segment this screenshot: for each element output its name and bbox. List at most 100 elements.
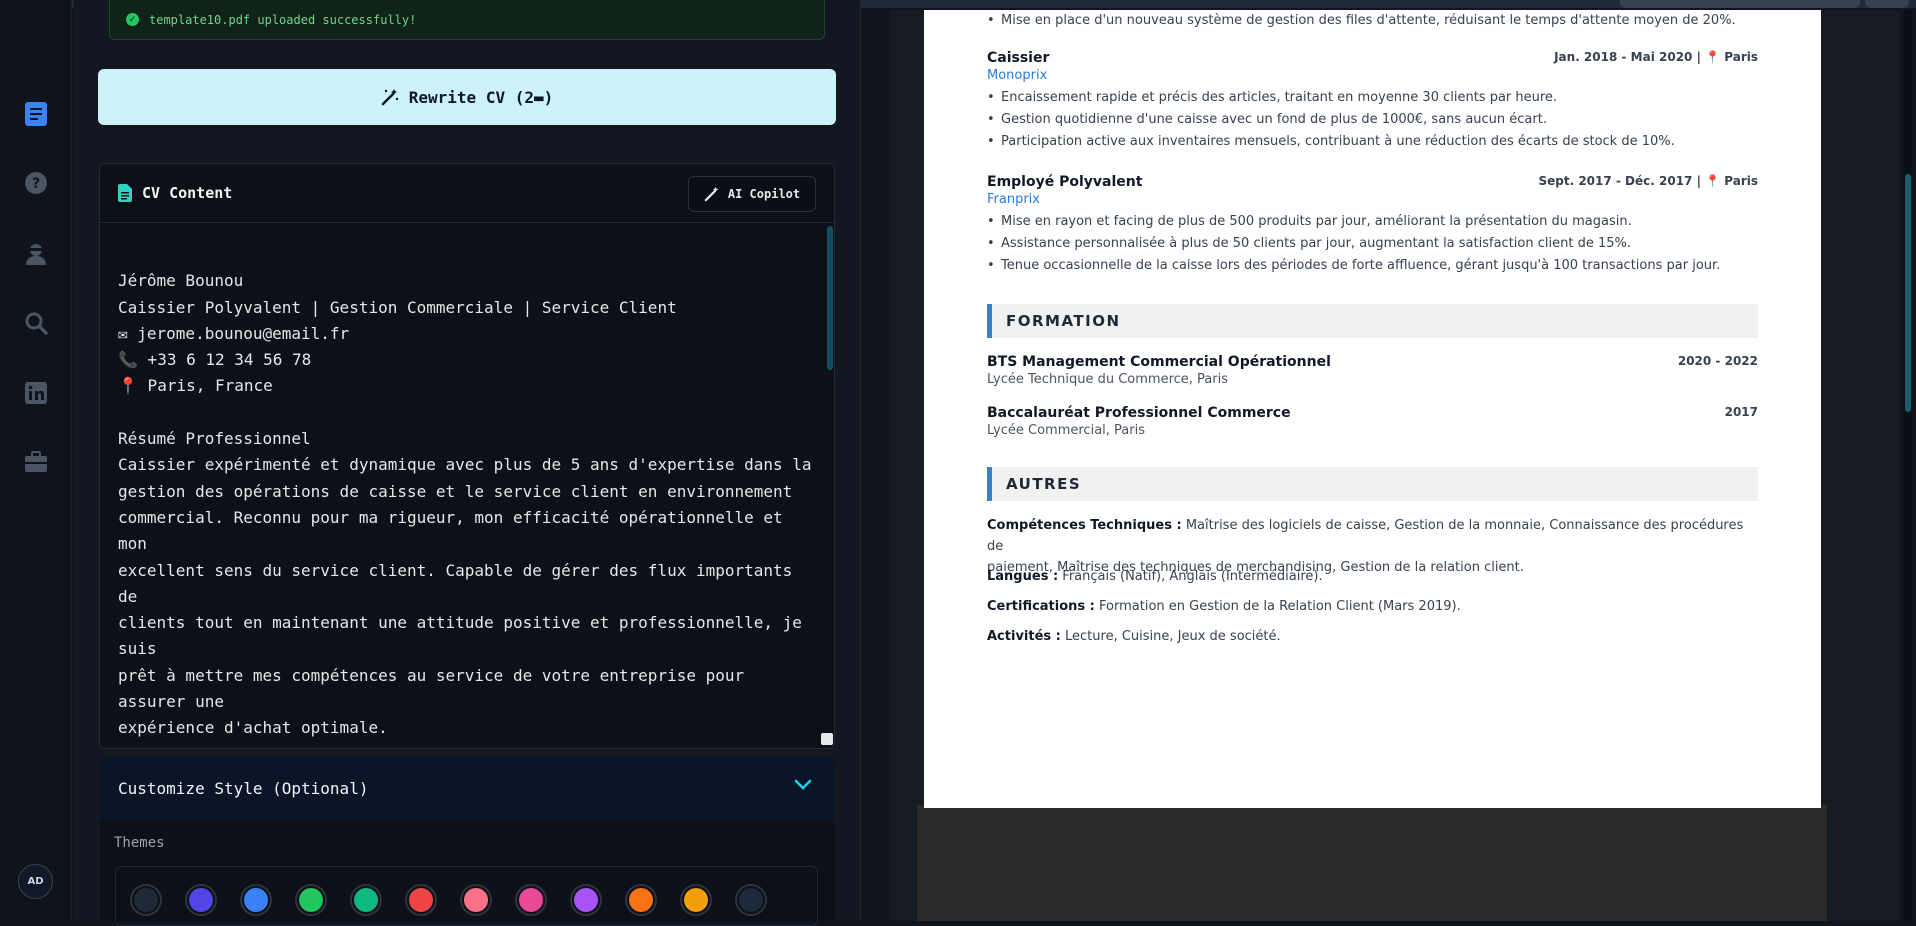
section-heading-autres: AUTRES	[987, 467, 1758, 501]
theme-color-dot	[134, 888, 158, 912]
theme-swatch[interactable]	[460, 884, 492, 916]
education-entry: Baccalauréat Professionnel Commerce 2017…	[987, 405, 1758, 438]
editor-line: prêt à mettre mes compétences au service…	[118, 665, 754, 712]
editor-line: Caissier Polyvalent | Gestion Commercial…	[118, 297, 677, 317]
education-entry: BTS Management Commercial Opérationnel 2…	[987, 354, 1758, 387]
cv-text-editor[interactable]: Jérôme Bounou Caissier Polyvalent | Gesti…	[118, 242, 818, 748]
theme-swatch[interactable]	[405, 884, 437, 916]
themes-label: Themes	[114, 835, 165, 851]
degree-year: 2020 - 2022	[1677, 354, 1758, 368]
list-item: Encaissement rapide et précis des articl…	[987, 87, 1758, 109]
upload-success-banner: ✓ template10.pdf uploaded successfully!	[109, 0, 825, 40]
job-date: Sept. 2017 - Déc. 2017 | 📍 Paris	[1538, 174, 1758, 188]
linkedin-icon[interactable]	[22, 379, 50, 407]
theme-color-dot	[244, 888, 268, 912]
list-item: Participation active aux inventaires men…	[987, 131, 1758, 153]
theme-color-dot	[739, 888, 763, 912]
avatar[interactable]: AD	[18, 864, 53, 899]
theme-color-dot	[464, 888, 488, 912]
theme-swatch[interactable]	[680, 884, 712, 916]
job-date: Jan. 2018 - Mai 2020 | 📍 Paris	[1554, 50, 1758, 64]
job-company: Franprix	[987, 192, 1040, 207]
editor-line: excellent sens du service client. Capabl…	[118, 560, 802, 606]
list-item: Mise en rayon et facing de plus de 500 p…	[987, 211, 1758, 233]
editor-line: gestion des opérations de caisse et le s…	[118, 481, 793, 501]
activities-line: Activités : Lecture, Cuisine, Jeux de so…	[987, 629, 1281, 644]
experience-entry: Employé Polyvalent Sept. 2017 - Déc. 201…	[987, 174, 1758, 277]
chevron-down-icon	[794, 779, 812, 790]
list-item: Assistance personnalisée à plus de 50 cl…	[987, 233, 1758, 255]
customize-style-toggle[interactable]: Customize Style (Optional)	[100, 757, 834, 819]
theme-swatch[interactable]	[570, 884, 602, 916]
theme-color-dot	[354, 888, 378, 912]
theme-swatch[interactable]	[350, 884, 382, 916]
editor-line: clients tout en maintenant une attitude …	[118, 613, 812, 659]
theme-color-dot	[629, 888, 653, 912]
editor-line: Caissier expérimenté et dynamique avec p…	[118, 455, 812, 475]
cv-content-header: CV Content AI Copilot	[100, 164, 834, 223]
theme-swatch[interactable]	[735, 884, 767, 916]
editor-line: expérience d'achat optimale.	[118, 718, 388, 738]
ai-copilot-button[interactable]: AI Copilot	[688, 176, 816, 212]
theme-swatch[interactable]	[295, 884, 327, 916]
rewrite-cv-button[interactable]: Rewrite CV (2▬)	[98, 69, 836, 125]
editor-line: ✉ jerome.bounou@email.fr	[118, 323, 350, 343]
theme-color-dot	[519, 888, 543, 912]
ai-copilot-label: AI Copilot	[727, 187, 801, 201]
list-item: Mise en place d'un nouveau système de ge…	[987, 10, 1758, 32]
user-icon[interactable]	[22, 240, 50, 268]
degree-title: BTS Management Commercial Opérationnel	[987, 354, 1331, 370]
magic-wand-icon	[381, 89, 398, 106]
resize-handle[interactable]	[821, 733, 833, 745]
list-item: Tenue occasionnelle de la caisse lors de…	[987, 255, 1758, 277]
degree-year: 2017	[1724, 405, 1758, 419]
theme-color-dot	[189, 888, 213, 912]
theme-swatch[interactable]	[515, 884, 547, 916]
theme-swatch[interactable]	[185, 884, 217, 916]
file-text-icon	[118, 184, 132, 202]
experience-entry: Caissier Jan. 2018 - Mai 2020 | 📍 Paris …	[987, 50, 1758, 153]
editor-line: commercial. Reconnu pour ma rigueur, mon…	[118, 507, 793, 554]
job-company: Monoprix	[987, 68, 1048, 83]
cv-preview-page: Mise en place d'un nouveau système de ge…	[924, 10, 1821, 808]
themes-section: Themes	[100, 819, 834, 926]
upload-success-message: template10.pdf uploaded successfully!	[149, 12, 417, 27]
theme-swatches	[115, 866, 818, 926]
help-icon[interactable]: ?	[22, 169, 50, 197]
magic-wand-icon	[704, 186, 719, 202]
editor-scrollbar[interactable]	[825, 222, 834, 748]
theme-swatch[interactable]	[625, 884, 657, 916]
search-icon[interactable]	[22, 309, 50, 337]
preview-background	[917, 805, 1827, 921]
top-tab[interactable]	[1620, 0, 1860, 8]
editor-line: Résumé Professionnel	[118, 429, 311, 449]
school-name: Lycée Commercial, Paris	[987, 423, 1145, 438]
cv-content-card: CV Content AI Copilot Jérôme Bounou Caiss…	[99, 163, 835, 749]
theme-swatch[interactable]	[240, 884, 272, 916]
top-tab[interactable]	[1865, 0, 1909, 8]
rewrite-cv-label: Rewrite CV (2▬)	[408, 87, 554, 107]
briefcase-icon[interactable]	[22, 448, 50, 476]
editor-line: Jérôme Bounou	[118, 271, 244, 291]
check-circle-icon: ✓	[126, 13, 139, 26]
certifications-line: Certifications : Formation en Gestion de…	[987, 599, 1461, 614]
list-item: Gestion quotidienne d'une caisse avec un…	[987, 109, 1758, 131]
page-scrollbar[interactable]	[1904, 10, 1912, 921]
degree-title: Baccalauréat Professionnel Commerce	[987, 405, 1291, 421]
editor-line: 📞 +33 6 12 34 56 78	[118, 350, 312, 370]
school-name: Lycée Technique du Commerce, Paris	[987, 372, 1229, 387]
languages-line: Langues : Français (Natif), Anglais (Int…	[987, 569, 1323, 584]
editor-line: 📍 Paris, France	[118, 376, 273, 396]
theme-color-dot	[684, 888, 708, 912]
svg-text:?: ?	[32, 176, 40, 192]
customize-style-label: Customize Style (Optional)	[118, 778, 369, 798]
section-heading-formation: FORMATION	[987, 304, 1758, 338]
sidebar: ? AD	[0, 0, 72, 921]
theme-swatch[interactable]	[130, 884, 162, 916]
theme-color-dot	[299, 888, 323, 912]
document-icon[interactable]	[22, 100, 50, 128]
theme-color-dot	[409, 888, 433, 912]
